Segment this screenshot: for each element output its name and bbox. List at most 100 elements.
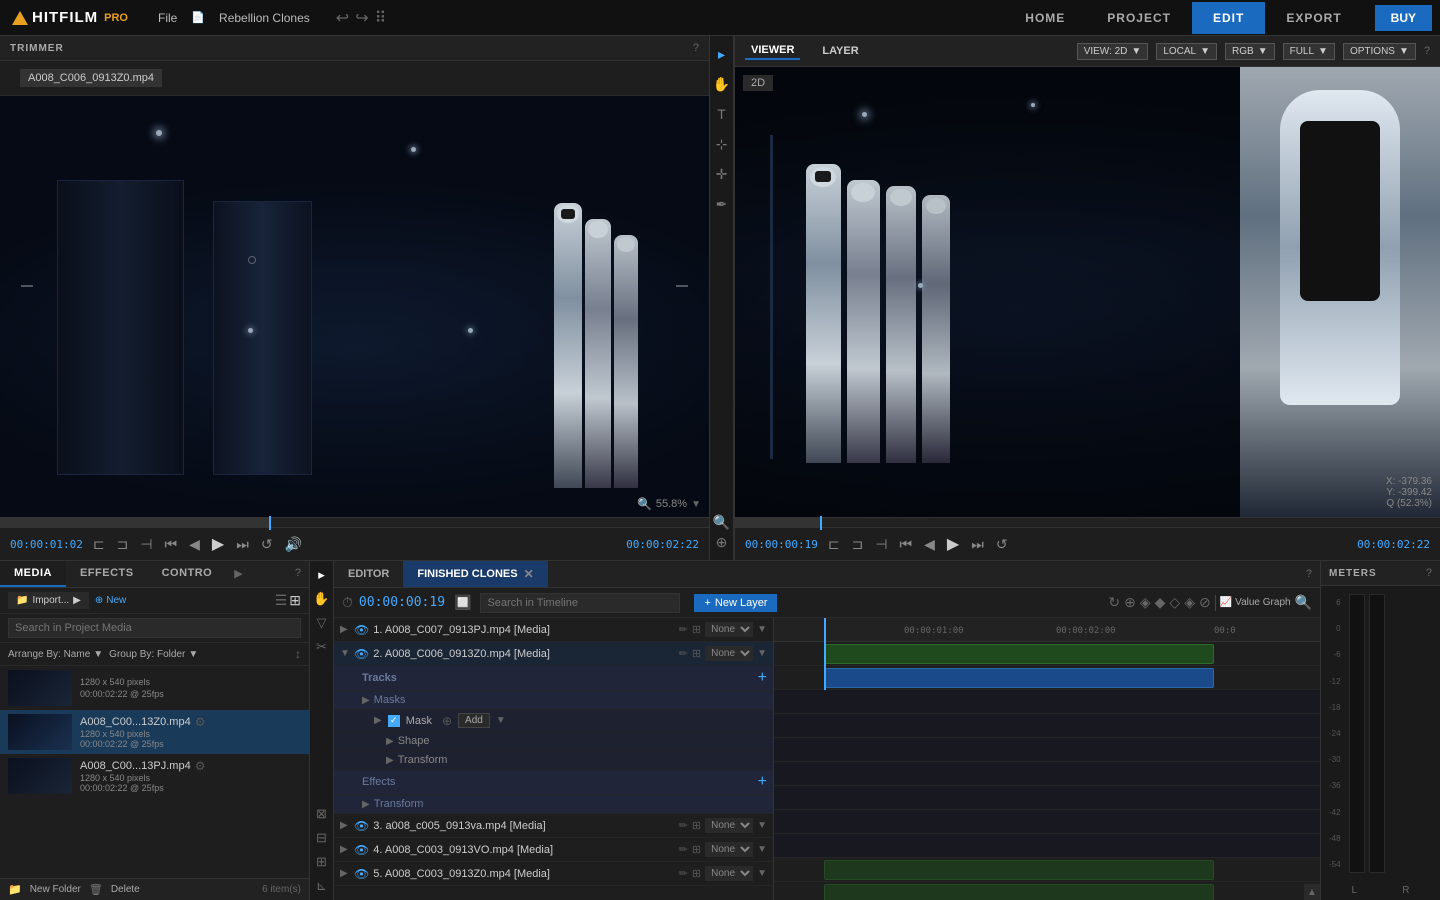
viewer-play-back[interactable]: ◀ (922, 534, 937, 555)
transform-expand[interactable]: ▶ (386, 755, 394, 766)
tl-select-icon[interactable]: ▸ (312, 567, 332, 583)
media-help-icon[interactable]: ? (287, 561, 309, 587)
tab-home[interactable]: HOME (1004, 2, 1086, 34)
menu-file[interactable]: File (148, 7, 187, 29)
expand-icon[interactable]: ▶ (340, 624, 350, 635)
trimmer-audio[interactable]: 🔊 (283, 534, 304, 555)
mask-dropdown[interactable]: ▼ (496, 715, 506, 726)
edit-icon[interactable]: ✏ (679, 843, 688, 856)
viewer-play[interactable]: ▶ (945, 532, 961, 556)
mask-add-button[interactable]: Add (458, 713, 490, 728)
eye-icon[interactable]: 👁 (354, 647, 369, 661)
arrange-dropdown[interactable]: Arrange By: Name ▼ (8, 649, 103, 660)
eye-icon[interactable]: 👁 (354, 867, 369, 881)
tl-marker-icon[interactable]: ⊾ (312, 878, 332, 894)
trimmer-help-icon[interactable]: ? (693, 42, 699, 54)
timeline-tab-finished[interactable]: FINISHED CLONES ✕ (403, 561, 547, 587)
grid-icon[interactable]: ⊞ (692, 647, 701, 660)
blend-mode-select[interactable]: None (705, 622, 753, 637)
tl-ripple-icon[interactable]: ⊠ (312, 806, 332, 822)
grid-icon[interactable]: ⊞ (692, 623, 701, 636)
media-gear-icon[interactable]: ⚙ (195, 715, 206, 729)
finished-close-icon[interactable]: ✕ (524, 567, 534, 581)
trimmer-zoom-icon[interactable]: 🔍 (637, 497, 652, 511)
blend-mode-select[interactable]: None (705, 646, 753, 661)
viewer-help-icon[interactable]: ? (1424, 45, 1430, 57)
expand-icon[interactable]: ▼ (340, 648, 350, 659)
grid-icon[interactable]: ⊞ (692, 843, 701, 856)
expand-icon[interactable]: ▶ (340, 868, 350, 879)
transform-tool-icon[interactable]: ⊹ (712, 134, 732, 154)
eye-icon[interactable]: 👁 (354, 819, 369, 833)
menu-project[interactable]: Rebellion Clones (209, 7, 320, 29)
point-tool-icon[interactable]: ⊕ (712, 532, 732, 552)
new-button[interactable]: ⊕ New (95, 595, 126, 606)
shape-expand[interactable]: ▶ (386, 736, 394, 747)
rgb-dropdown[interactable]: RGB▼ (1225, 43, 1275, 60)
tl-slip-icon[interactable]: ⊟ (312, 830, 332, 846)
value-graph-button[interactable]: 📈 Value Graph (1220, 597, 1291, 608)
local-dropdown[interactable]: LOCAL▼ (1156, 43, 1217, 60)
select-tool-icon[interactable]: ▸ (712, 44, 732, 64)
list-item[interactable]: A008_C00...13Z0.mp4 ⚙ 1280 x 540 pixels … (0, 710, 309, 754)
blend-mode-select[interactable]: None (705, 842, 753, 857)
redo-icon[interactable]: ↪ (355, 8, 368, 28)
clip-3[interactable] (824, 860, 1214, 880)
trimmer-in-icon[interactable]: ⊏ (91, 534, 107, 555)
timeline-search-input[interactable] (480, 593, 680, 613)
move-tool-icon[interactable]: ✛ (712, 164, 732, 184)
filter-icon[interactable]: ↕ (295, 647, 301, 661)
effects-add-icon[interactable]: + (758, 773, 767, 791)
trimmer-play-back[interactable]: ◀ (187, 534, 202, 555)
pan-tool-icon[interactable]: ✋ (712, 74, 732, 94)
viewer-mark-in[interactable]: ⊣ (873, 534, 889, 555)
grid-icon[interactable]: ⠿ (375, 8, 387, 28)
viewer-tab-layer[interactable]: LAYER (816, 43, 864, 59)
blend-mode-select[interactable]: None (705, 818, 753, 833)
tl-icon-1[interactable]: ↻ (1108, 594, 1120, 611)
grid-icon[interactable]: ⊞ (692, 819, 701, 832)
expand-icon[interactable]: ▶ (340, 820, 350, 831)
tl-search-icon[interactable]: 🔍 (1295, 594, 1312, 611)
tl-razor-icon[interactable]: ✂ (312, 639, 332, 655)
clip-4[interactable] (824, 884, 1214, 900)
list-item[interactable]: 1280 x 540 pixels 00:00:02:22 @ 25fps (0, 666, 309, 710)
tl-icon-3[interactable]: ◈ (1140, 594, 1151, 611)
tracks-add-icon[interactable]: + (758, 669, 767, 687)
edit-icon[interactable]: ✏ (679, 647, 688, 660)
undo-icon[interactable]: ↩ (336, 8, 349, 28)
timeline-layer-2[interactable]: ▼ 👁 2. A008_C006_0913Z0.mp4 [Media] ✏ ⊞ … (334, 642, 773, 666)
trimmer-play[interactable]: ▶ (210, 532, 226, 556)
eye-icon[interactable]: 👁 (354, 623, 369, 637)
media-tab-more-icon[interactable]: ▶ (226, 561, 250, 587)
trimmer-prev-frame[interactable]: ⏮ (163, 534, 180, 555)
group-dropdown[interactable]: Group By: Folder ▼ (109, 649, 198, 660)
edit-icon[interactable]: ✏ (679, 623, 688, 636)
timeline-help-icon[interactable]: ? (1298, 562, 1320, 586)
meters-help-icon[interactable]: ? (1426, 567, 1432, 579)
tab-project[interactable]: PROJECT (1086, 2, 1192, 34)
timeline-tab-editor[interactable]: EDITOR (334, 562, 403, 586)
media-tab-contro[interactable]: CONTRO (148, 561, 227, 587)
tab-export[interactable]: EXPORT (1265, 2, 1362, 34)
viewer-next-frame[interactable]: ⏭ (969, 534, 986, 555)
text-tool-icon[interactable]: T (712, 104, 732, 124)
tab-edit[interactable]: EDIT (1192, 2, 1265, 34)
tl-filter-icon[interactable]: ▽ (312, 615, 332, 631)
viewer-loop[interactable]: ↺ (994, 534, 1010, 555)
viewer-prev-frame[interactable]: ⏮ (898, 534, 915, 555)
buy-button[interactable]: BUY (1375, 5, 1432, 31)
new-layer-button[interactable]: + New Layer (694, 594, 777, 612)
mask-add-icon[interactable]: ⊕ (442, 714, 452, 728)
media-tab-media[interactable]: MEDIA (0, 561, 66, 587)
viewer-tab-viewer[interactable]: VIEWER (745, 42, 800, 60)
tl-icon-5[interactable]: ◇ (1169, 594, 1180, 611)
mask-expand[interactable]: ▶ (374, 715, 382, 726)
tl-pan-icon[interactable]: ✋ (312, 591, 332, 607)
mask-checkbox[interactable] (388, 715, 400, 727)
trimmer-next-frame[interactable]: ⏭ (234, 534, 251, 555)
grid-view-icon[interactable]: ⊞ (289, 592, 301, 609)
masks-expand[interactable]: ▶ (362, 695, 370, 706)
timeline-layer-1[interactable]: ▶ 👁 1. A008_C007_0913PJ.mp4 [Media] ✏ ⊞ … (334, 618, 773, 642)
grid-icon[interactable]: ⊞ (692, 867, 701, 880)
